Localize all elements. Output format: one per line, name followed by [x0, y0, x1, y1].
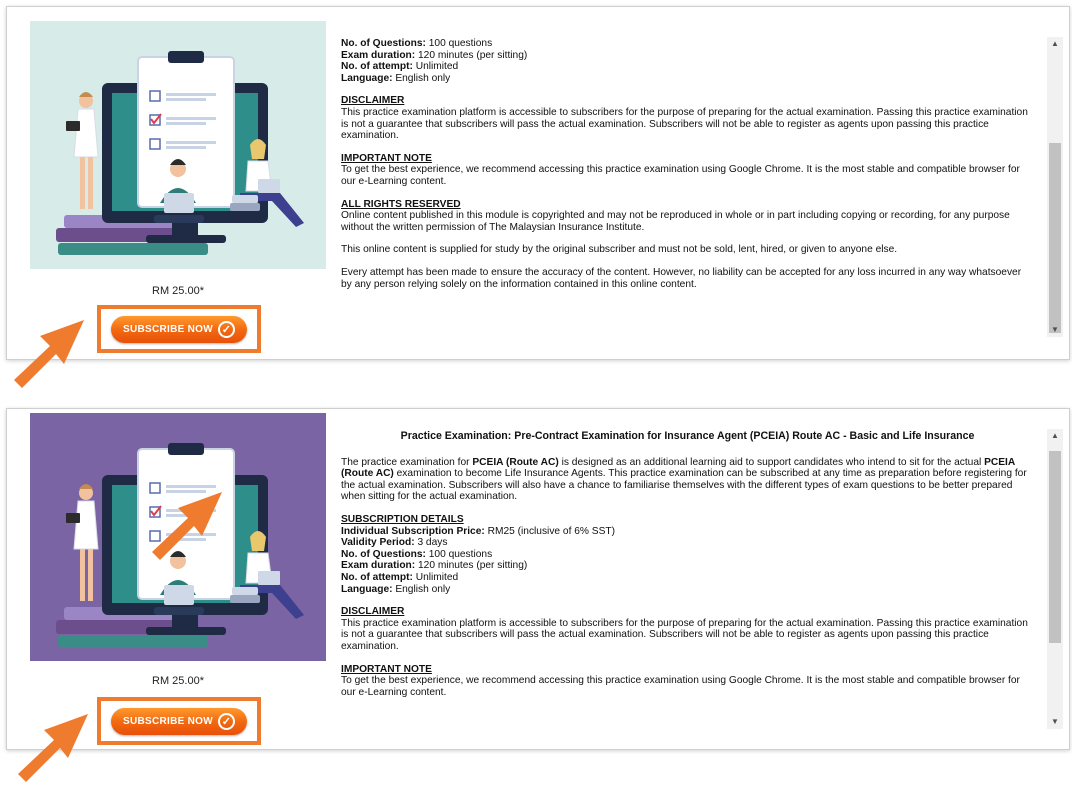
- subscribe-highlight: SUBSCRIBE NOW ✓: [97, 305, 261, 353]
- scroll-up-arrow-icon[interactable]: ▲: [1047, 429, 1063, 443]
- exam-illustration: [30, 21, 326, 269]
- scroll-down-arrow-icon[interactable]: ▼: [1047, 323, 1063, 337]
- subscribe-button[interactable]: SUBSCRIBE NOW ✓: [111, 708, 247, 735]
- disclaimer-heading: DISCLAIMER: [341, 606, 405, 618]
- important-note-text: To get the best experience, we recommend…: [341, 675, 1020, 698]
- disclaimer-heading: DISCLAIMER: [341, 95, 405, 107]
- check-circle-icon: ✓: [218, 321, 235, 338]
- exam-card-2: RM 25.00* SUBSCRIBE NOW ✓ Practice Exami…: [6, 408, 1070, 750]
- subscribe-highlight: SUBSCRIBE NOW ✓: [97, 697, 261, 745]
- pointer-arrow-icon: [18, 714, 88, 782]
- scroll-up-arrow-icon[interactable]: ▲: [1047, 37, 1063, 51]
- detail-line: Language: English only: [341, 583, 451, 595]
- detail-line: No. of Questions: 100 questions: [341, 38, 493, 49]
- exam-card-1: RM 25.00* SUBSCRIBE NOW ✓ No. of Questio…: [6, 6, 1070, 360]
- disclaimer-text: This practice examination platform is ac…: [341, 106, 1028, 142]
- pointer-arrow-icon: [14, 320, 84, 388]
- scrollbar-thumb[interactable]: [1049, 143, 1061, 333]
- important-note-text: To get the best experience, we recommend…: [341, 164, 1020, 187]
- scrollbar-thumb[interactable]: [1049, 451, 1061, 643]
- important-note-heading: IMPORTANT NOTE: [341, 663, 432, 675]
- subscribe-button[interactable]: SUBSCRIBE NOW ✓: [111, 316, 247, 343]
- detail-line: No. of Questions: 100 questions: [341, 548, 493, 560]
- intro-text: The practice examination for PCEIA (Rout…: [341, 456, 1027, 503]
- important-note-heading: IMPORTANT NOTE: [341, 152, 432, 164]
- subscribe-button-label: SUBSCRIBE NOW: [122, 324, 213, 335]
- detail-line: Language: English only: [341, 72, 451, 84]
- exam-description: No. of Questions: 100 questions Exam dur…: [341, 38, 1034, 338]
- scrollbar[interactable]: ▲ ▼: [1047, 429, 1063, 729]
- rights-text: This online content is supplied for stud…: [341, 244, 898, 256]
- price-label: RM 25.00*: [152, 285, 204, 297]
- detail-line: No. of attempt: Unlimited: [341, 61, 459, 73]
- subscription-details-heading: SUBSCRIPTION DETAILS: [341, 513, 464, 525]
- detail-line: Individual Subscription Price: RM25 (inc…: [341, 525, 615, 537]
- disclaimer-text: This practice examination platform is ac…: [341, 617, 1028, 652]
- detail-line: Exam duration: 120 minutes (per sitting): [341, 560, 528, 572]
- rights-text: Every attempt has been made to ensure th…: [341, 266, 1022, 290]
- rights-text: Online content published in this module …: [341, 210, 1010, 233]
- detail-line: No. of attempt: Unlimited: [341, 571, 459, 583]
- detail-line: Validity Period: 3 days: [341, 537, 448, 549]
- scroll-down-arrow-icon[interactable]: ▼: [1047, 715, 1063, 729]
- scrollbar[interactable]: ▲ ▼: [1047, 37, 1063, 337]
- check-circle-icon: ✓: [218, 713, 235, 730]
- pointer-arrow-icon: [152, 492, 222, 560]
- exam-description: Practice Examination: Pre-Contract Exami…: [341, 431, 1034, 731]
- subscribe-button-label: SUBSCRIBE NOW: [122, 716, 213, 727]
- exam-title: Practice Examination: Pre-Contract Exami…: [400, 431, 975, 442]
- detail-line: Exam duration: 120 minutes (per sitting): [341, 49, 528, 61]
- rights-heading: ALL RIGHTS RESERVED: [341, 198, 461, 210]
- price-label: RM 25.00*: [152, 675, 204, 687]
